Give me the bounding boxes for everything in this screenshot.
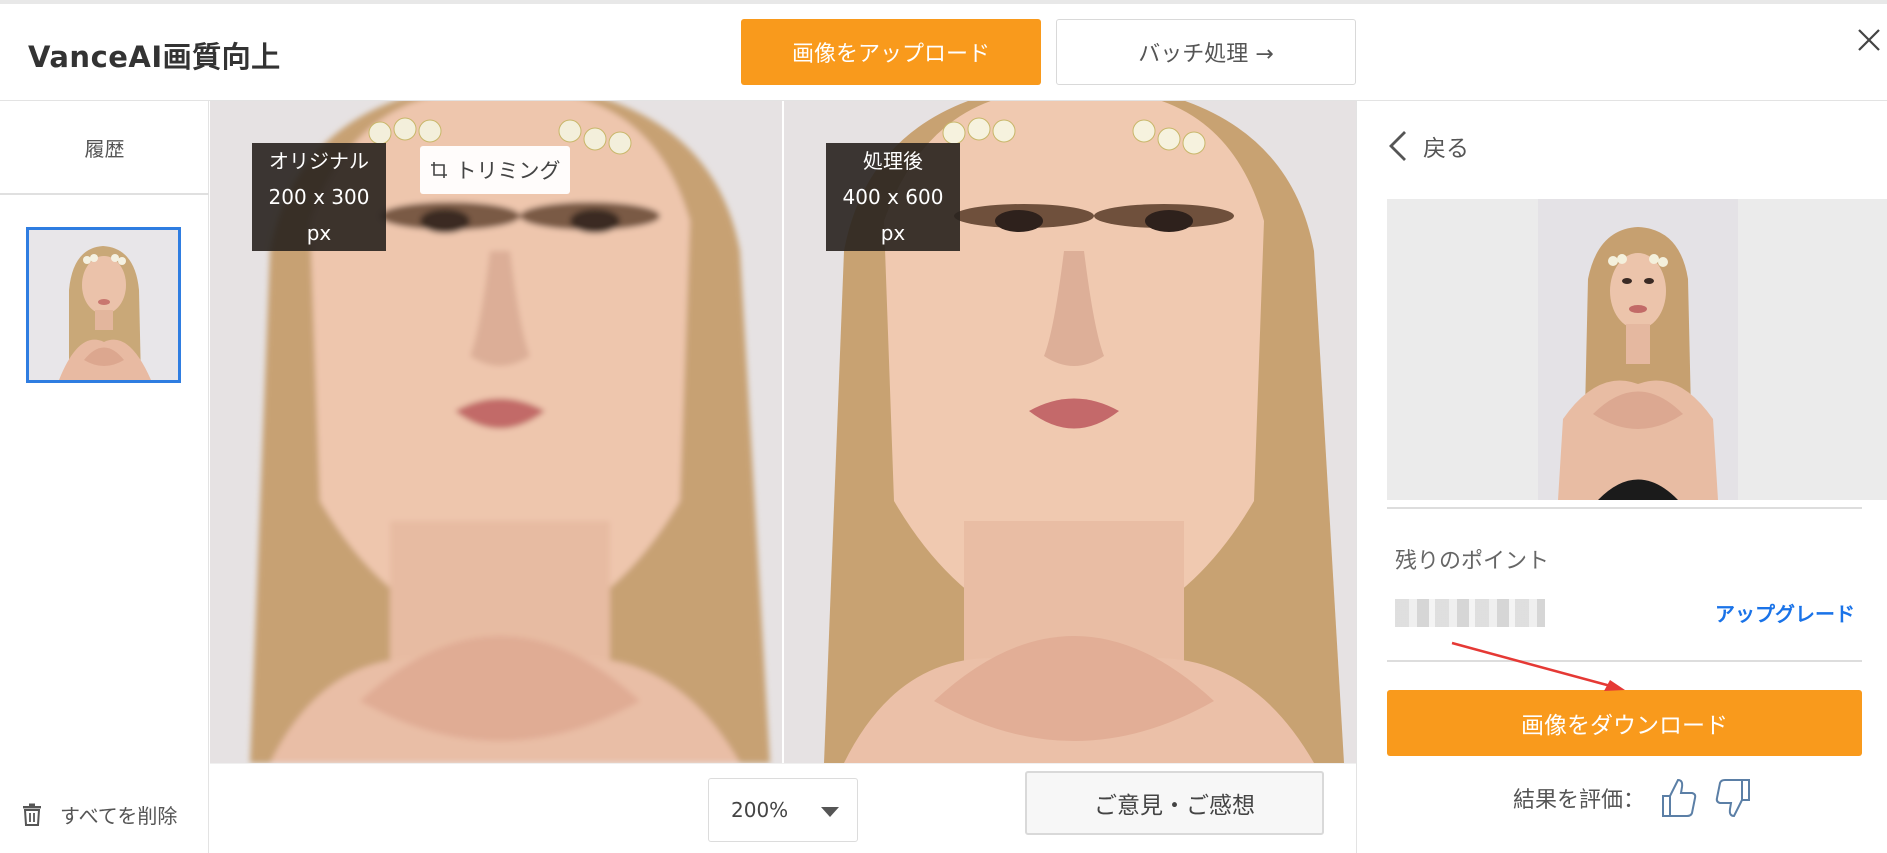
header: VanceAI画質向上 画像をアップロード バッチ処理 → [0,4,1887,101]
original-size: 200 x 300 px [268,185,370,245]
thumbs-up-icon[interactable] [1659,776,1699,820]
result-preview [1387,199,1887,500]
original-label: オリジナル [269,149,369,173]
chevron-left-icon [1389,131,1406,161]
trim-label: トリミング [455,159,561,183]
feedback-button[interactable]: ご意見・ご感想 [1025,771,1324,835]
rate-label: 結果を評価： [1513,788,1646,813]
preview-image [1538,199,1738,500]
zoom-value: 200% [731,798,789,822]
original-label-box: オリジナル 200 x 300 px [252,143,386,251]
comparison-view[interactable]: オリジナル 200 x 300 px トリミング 処理後 400 x 600 p… [210,101,1356,763]
trim-button[interactable]: トリミング [420,146,570,194]
batch-process-button[interactable]: バッチ処理 → [1056,19,1356,85]
remaining-points-label: 残りのポイント [1395,549,1550,574]
bottom-divider [210,763,1356,764]
back-label: 戻る [1423,136,1469,162]
right-panel: 戻る 残りのポイント アップグレード 画像をダウンロード 結果を評価： [1356,101,1887,853]
processed-label-box: 処理後 400 x 600 px [826,143,960,251]
remaining-points-value-blurred [1395,599,1545,627]
processed-label: 処理後 [863,149,923,173]
delete-all-button[interactable]: すべてを削除 [20,799,177,829]
thumbs-down-icon[interactable] [1713,776,1753,820]
close-icon[interactable] [1855,26,1883,54]
history-thumbnail-image [29,230,178,380]
processed-size: 400 x 600 px [842,185,944,245]
download-image-button[interactable]: 画像をダウンロード [1387,690,1862,756]
back-button[interactable]: 戻る [1387,129,1469,163]
upgrade-link[interactable]: アップグレード [1715,598,1855,627]
divider [1387,660,1862,662]
upload-image-button[interactable]: 画像をアップロード [741,19,1041,85]
rating-row: 結果を評価： [1513,773,1753,823]
trash-icon [23,803,41,826]
history-sidebar: 履歴 すべてを削除 [0,101,209,853]
app-title: VanceAI画質向上 [28,40,281,74]
crop-icon [430,162,447,178]
delete-all-label: すべてを削除 [60,803,178,828]
history-tab[interactable]: 履歴 [0,101,209,195]
history-thumbnail[interactable] [26,227,181,383]
chevron-down-icon [821,807,839,817]
divider [1387,507,1862,509]
zoom-select[interactable]: 200% [708,778,858,842]
